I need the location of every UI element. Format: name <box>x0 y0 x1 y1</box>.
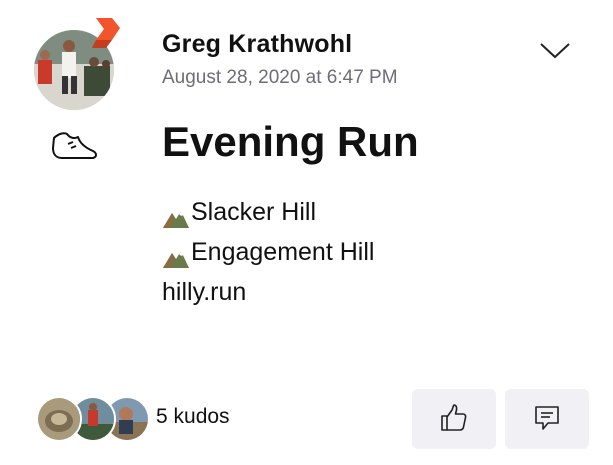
athlete-name[interactable]: Greg Krathwohl <box>162 30 352 59</box>
description-line: Slacker Hill <box>162 192 374 232</box>
activity-timestamp[interactable]: August 28, 2020 at 6:47 PM <box>162 67 398 89</box>
kudos-count[interactable]: 5 kudos <box>156 405 230 429</box>
description-line: hilly.run <box>162 272 374 312</box>
kudos-button[interactable] <box>412 389 496 449</box>
kudos-avatars[interactable] <box>36 396 150 442</box>
chevron-down-icon[interactable] <box>538 40 572 62</box>
activity-description: Slacker Hill Engagement Hill hilly.run <box>162 192 374 312</box>
description-text: Slacker Hill <box>191 198 317 226</box>
mountain-icon <box>162 201 190 228</box>
athlete-avatar-group[interactable] <box>34 18 120 110</box>
mountain-icon <box>162 241 190 268</box>
description-text: Engagement Hill <box>191 238 375 266</box>
comment-icon <box>532 403 562 436</box>
subscriber-badge-icon <box>92 18 120 48</box>
description-line: Engagement Hill <box>162 232 374 272</box>
kudo-avatar[interactable] <box>36 396 82 442</box>
thumbs-up-icon <box>439 403 469 436</box>
comment-button[interactable] <box>505 389 589 449</box>
running-shoe-icon <box>50 124 100 164</box>
description-text: hilly.run <box>162 278 247 306</box>
activity-title[interactable]: Evening Run <box>162 118 419 166</box>
